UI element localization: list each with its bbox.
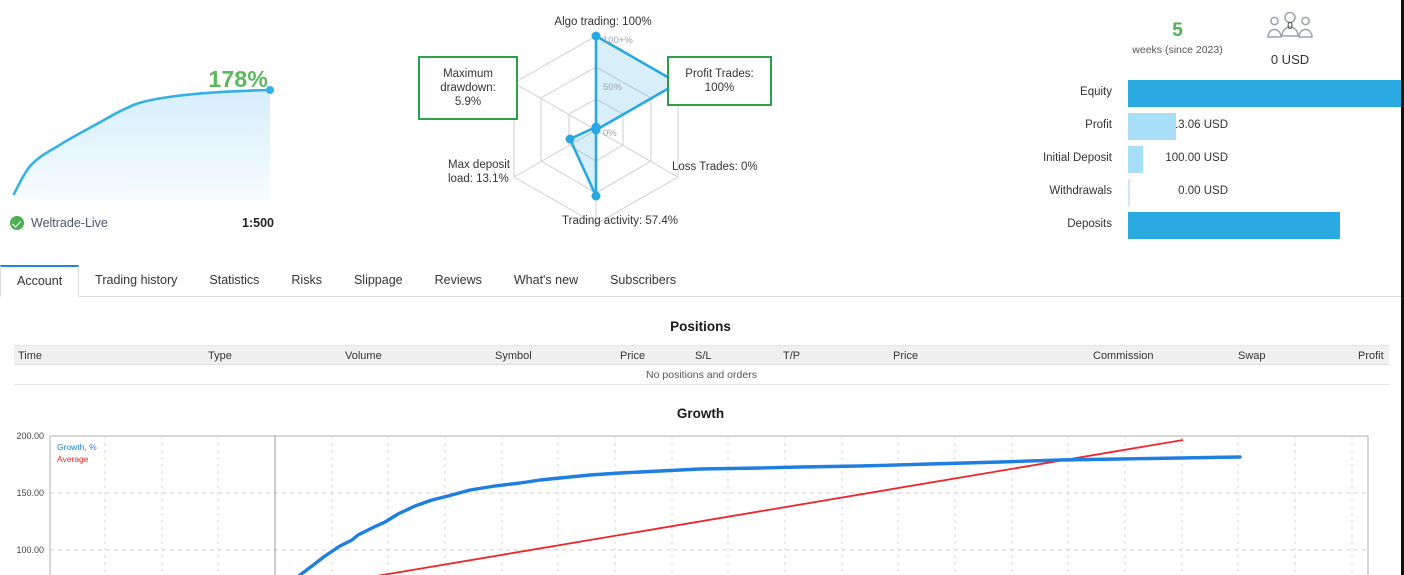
col-type[interactable]: Type: [204, 346, 341, 364]
bar-label: Profit: [1085, 119, 1112, 131]
tab-whats-new[interactable]: What's new: [498, 265, 594, 297]
bar-fill: [1128, 146, 1143, 173]
col-tp[interactable]: T/P: [779, 346, 889, 364]
broker-name: Weltrade-Live: [31, 216, 108, 230]
growth-y-axis: 200.00 150.00 100.00: [16, 431, 44, 555]
bar-row: Deposits 1 900.00 USD: [930, 212, 1401, 245]
sparkline-area: [14, 90, 270, 200]
ytick-200: 200.00: [16, 431, 44, 441]
subscribers-count-badge: 0: [1287, 21, 1293, 32]
col-profit[interactable]: Profit: [1354, 346, 1389, 364]
radar-label-max-deposit-load: Max deposit load: 13.1%: [448, 159, 511, 185]
bar-label: Deposits: [1067, 218, 1112, 230]
ytick-100: 100.00: [16, 545, 44, 555]
bar-fill: [1128, 179, 1130, 206]
radar-label-loss-trades: Loss Trades: 0%: [672, 161, 758, 173]
radar-scale-mid: 50%: [603, 82, 623, 93]
legend-growth: Growth, %: [57, 442, 97, 452]
tab-account[interactable]: Account: [0, 265, 80, 297]
tab-risks[interactable]: Risks: [275, 265, 338, 297]
bar-label: Equity: [1080, 86, 1112, 98]
bar-row: Initial Deposit 100.00 USD: [930, 146, 1401, 179]
col-volume[interactable]: Volume: [341, 346, 491, 364]
radar-scale-outer: 100+%: [603, 35, 633, 46]
col-price-open[interactable]: Price: [616, 346, 691, 364]
sparkline-footer: Weltrade-Live 1:500: [10, 216, 290, 236]
balance-bars: Equity 2 313.06 USD Profit 313.06 USD In…: [930, 80, 1401, 245]
col-symbol[interactable]: Symbol: [491, 346, 616, 364]
subscribers-amount: 0 USD: [1270, 52, 1310, 67]
bar-row: Withdrawals 0.00 USD: [930, 179, 1401, 212]
bar-track: [1128, 146, 1401, 173]
radar-label-profit-trades: Profit Trades: 100%: [667, 56, 772, 106]
tab-reviews[interactable]: Reviews: [419, 265, 498, 297]
growth-sparkline-card[interactable]: 178% Weltrade-Live 1:500: [0, 0, 300, 250]
col-sl[interactable]: S/L: [691, 346, 779, 364]
radar-label-algo-trading: Algo trading: 100%: [554, 16, 652, 28]
col-swap[interactable]: Swap: [1234, 346, 1354, 364]
bar-label: Initial Deposit: [1042, 152, 1112, 164]
col-price-cur[interactable]: Price: [889, 346, 1089, 364]
radar-label-maximum-drawdown: Maximum drawdown: 5.9%: [418, 56, 518, 120]
growth-chart: 200.00 150.00 100.00 Growth, % Average: [16, 431, 1369, 575]
tab-slippage[interactable]: Slippage: [338, 265, 419, 297]
summary-strip: 178% Weltrade-Live 1:500 100+% 50% 0% Al…: [0, 0, 1401, 262]
legend-average: Average: [57, 454, 89, 464]
bar-fill: [1128, 80, 1401, 107]
growth-chart-card[interactable]: 200.00 150.00 100.00 Growth, % Average: [0, 428, 1401, 575]
bar-fill: [1128, 212, 1340, 239]
sparkline-endpoint: [266, 86, 274, 94]
broker-info: Weltrade-Live: [10, 216, 108, 230]
leverage-value: 1:500: [242, 216, 274, 230]
tab-bar[interactable]: Account Trading history Statistics Risks…: [0, 265, 1401, 297]
col-commission[interactable]: Commission: [1089, 346, 1234, 364]
bar-track: [1128, 179, 1401, 206]
weeks-number: 5: [1172, 20, 1183, 41]
bar-track: [1128, 113, 1401, 140]
bar-row: Profit 313.06 USD: [930, 113, 1401, 146]
positions-table: Time Type Volume Symbol Price S/L T/P Pr…: [14, 345, 1389, 385]
radar-scale-inner: 0%: [603, 128, 617, 139]
bar-row: Equity 2 313.06 USD: [930, 80, 1401, 113]
radar-chart-card[interactable]: 100+% 50% 0% Algo trading: 100% Maximum …: [400, 0, 840, 258]
ytick-150: 150.00: [16, 488, 44, 498]
tab-trading-history[interactable]: Trading history: [79, 265, 193, 297]
radar-label-trading-activity: Trading activity: 57.4%: [562, 215, 678, 227]
positions-title: Positions: [670, 319, 731, 334]
subscribers-block[interactable]: 0 0 USD: [1235, 10, 1345, 67]
positions-table-header: Time Type Volume Symbol Price S/L T/P Pr…: [14, 345, 1389, 365]
radar-series-polygon: [568, 34, 680, 198]
growth-legend: Growth, % Average: [57, 442, 97, 464]
tab-subscribers[interactable]: Subscribers: [594, 265, 692, 297]
bar-track: [1128, 80, 1401, 107]
sparkline-chart: [12, 86, 274, 200]
weeks-caption: weeks (since 2023): [1132, 44, 1223, 56]
col-time[interactable]: Time: [14, 346, 204, 364]
bar-fill: [1128, 113, 1177, 140]
tab-statistics[interactable]: Statistics: [193, 265, 275, 297]
growth-title: Growth: [676, 406, 725, 421]
positions-empty-row: No positions and orders: [14, 365, 1389, 385]
bar-track: [1128, 212, 1401, 239]
bar-label: Withdrawals: [1049, 185, 1112, 197]
verified-check-icon: [10, 216, 24, 230]
account-stats-card: 5 weeks (since 2023) 0 0 USD Equity 2: [930, 0, 1401, 258]
people-group-icon: 0: [1267, 11, 1313, 38]
growth-series-line: [297, 455, 1242, 575]
weeks-block: 5 weeks (since 2023): [1115, 20, 1240, 56]
